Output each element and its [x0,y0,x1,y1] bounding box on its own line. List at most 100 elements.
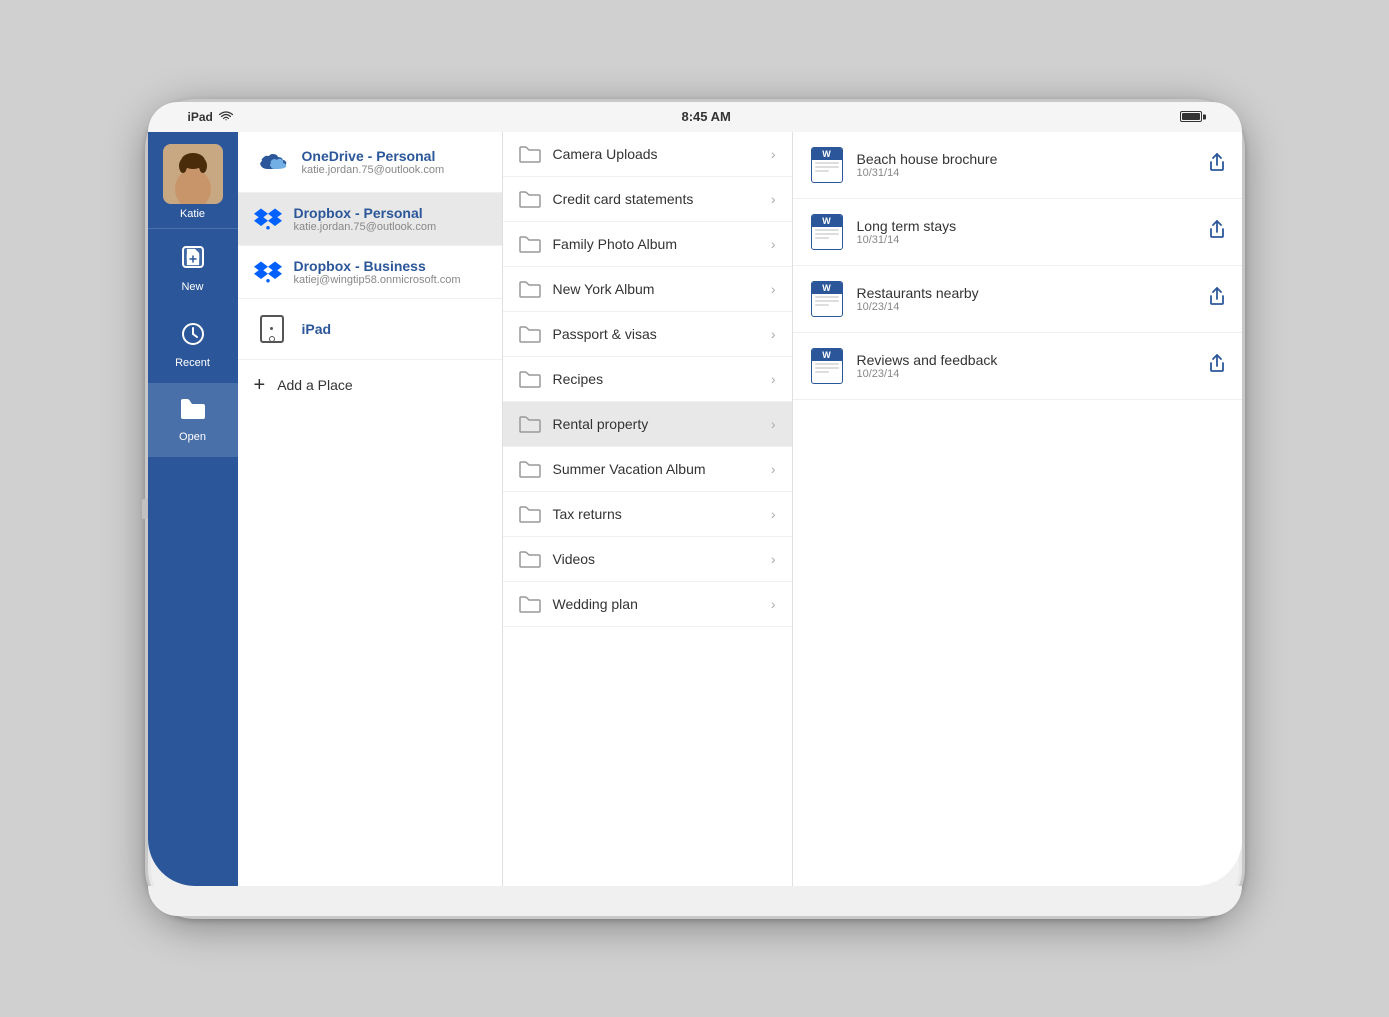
main-area: Katie New [148,132,1242,886]
file-name-3: Reviews and feedback [857,352,1196,368]
open-icon [179,397,207,427]
account-dropbox-business-text: Dropbox - Business katiej@wingtip58.onmi… [294,258,461,286]
recent-icon [180,321,206,353]
file-item-3[interactable]: W Reviews and feedback 10/23/14 [793,333,1242,400]
account-dropbox-personal-text: Dropbox - Personal katie.jordan.75@outlo… [294,205,437,233]
file-info-1: Long term stays 10/31/14 [857,218,1196,246]
folder-name-1: Credit card statements [553,191,759,207]
account-dropbox-business-name: Dropbox - Business [294,258,461,274]
file-item-1[interactable]: W Long term stays 10/31/14 [793,199,1242,266]
file-date-0: 10/31/14 [857,167,1196,179]
folder-icon-8 [519,505,541,523]
nav-item-open[interactable]: Open [148,383,238,457]
folder-name-0: Camera Uploads [553,146,759,162]
file-info-2: Restaurants nearby 10/23/14 [857,285,1196,313]
file-icon-2: W [809,279,845,319]
folder-icon-1 [519,190,541,208]
account-ipad-text: iPad [302,321,332,337]
onedrive-icon [254,144,290,180]
file-name-2: Restaurants nearby [857,285,1196,301]
avatar-section[interactable]: Katie [148,132,238,229]
folder-chevron-6: › [771,416,776,432]
battery-icon [1180,111,1202,122]
nav-item-new[interactable]: New [148,229,238,307]
folder-icon-10 [519,595,541,613]
file-share-0[interactable] [1208,152,1226,177]
file-share-2[interactable] [1208,286,1226,311]
folder-chevron-2: › [771,236,776,252]
folder-name-10: Wedding plan [553,596,759,612]
file-icon-1: W [809,212,845,252]
folder-name-4: Passport & visas [553,326,759,342]
accounts-panel: OneDrive - Personal katie.jordan.75@outl… [238,132,503,886]
nav-new-label: New [181,281,203,293]
folder-item-7[interactable]: Summer Vacation Album › [503,447,792,492]
account-onedrive-name: OneDrive - Personal [302,148,445,164]
folder-item-0[interactable]: Camera Uploads › [503,132,792,177]
nav-recent-label: Recent [175,357,210,369]
folder-item-8[interactable]: Tax returns › [503,492,792,537]
file-date-1: 10/31/14 [857,234,1196,246]
folder-name-6: Rental property [553,416,759,432]
file-date-3: 10/23/14 [857,368,1196,380]
dropbox-business-icon [254,258,282,286]
folder-chevron-3: › [771,281,776,297]
status-left: iPad [188,110,233,124]
file-icon-0: W [809,145,845,185]
folder-chevron-8: › [771,506,776,522]
folders-panel: Camera Uploads › Credit card statements … [503,132,793,886]
status-time: 8:45 AM [681,109,730,124]
folder-chevron-0: › [771,146,776,162]
folder-item-1[interactable]: Credit card statements › [503,177,792,222]
nav-sidebar: Katie New [148,132,238,886]
folder-item-3[interactable]: New York Album › [503,267,792,312]
folder-icon-9 [519,550,541,568]
account-dropbox-personal-email: katie.jordan.75@outlook.com [294,221,437,233]
file-name-0: Beach house brochure [857,151,1196,167]
folder-chevron-1: › [771,191,776,207]
ipad-account-icon [254,311,290,347]
files-panel: W Beach house brochure 10/31/14 [793,132,1242,886]
file-info-0: Beach house brochure 10/31/14 [857,151,1196,179]
folder-name-9: Videos [553,551,759,567]
nav-item-recent[interactable]: Recent [148,307,238,383]
file-date-2: 10/23/14 [857,301,1196,313]
account-dropbox-personal[interactable]: Dropbox - Personal katie.jordan.75@outlo… [238,193,502,246]
ipad-frame: iPad 8:45 AM [145,99,1245,919]
status-right [1180,111,1202,122]
account-ipad[interactable]: iPad [238,299,502,360]
folder-item-2[interactable]: Family Photo Album › [503,222,792,267]
new-icon [179,243,207,277]
folder-name-8: Tax returns [553,506,759,522]
file-item-0[interactable]: W Beach house brochure 10/31/14 [793,132,1242,199]
add-place-label: Add a Place [277,377,353,393]
file-item-2[interactable]: W Restaurants nearby 10/23/14 [793,266,1242,333]
ipad-bottom [148,886,1242,916]
folder-name-5: Recipes [553,371,759,387]
folder-name-7: Summer Vacation Album [553,461,759,477]
folder-item-10[interactable]: Wedding plan › [503,582,792,627]
folder-item-4[interactable]: Passport & visas › [503,312,792,357]
add-place-icon: + [254,374,266,397]
nav-open-label: Open [179,431,206,443]
folder-chevron-5: › [771,371,776,387]
folder-name-3: New York Album [553,281,759,297]
folder-item-6[interactable]: Rental property › [503,402,792,447]
add-place-item[interactable]: + Add a Place [238,360,502,411]
avatar [163,144,223,204]
account-onedrive-email: katie.jordan.75@outlook.com [302,164,445,176]
folder-item-5[interactable]: Recipes › [503,357,792,402]
nav-username: Katie [180,208,205,220]
account-dropbox-business[interactable]: Dropbox - Business katiej@wingtip58.onmi… [238,246,502,299]
folder-icon-7 [519,460,541,478]
folder-chevron-10: › [771,596,776,612]
folder-item-9[interactable]: Videos › [503,537,792,582]
account-onedrive-personal[interactable]: OneDrive - Personal katie.jordan.75@outl… [238,132,502,193]
file-share-3[interactable] [1208,353,1226,378]
file-share-1[interactable] [1208,219,1226,244]
account-onedrive-text: OneDrive - Personal katie.jordan.75@outl… [302,148,445,176]
device-label: iPad [188,110,213,124]
wifi-icon [219,111,233,122]
file-info-3: Reviews and feedback 10/23/14 [857,352,1196,380]
folder-chevron-4: › [771,326,776,342]
